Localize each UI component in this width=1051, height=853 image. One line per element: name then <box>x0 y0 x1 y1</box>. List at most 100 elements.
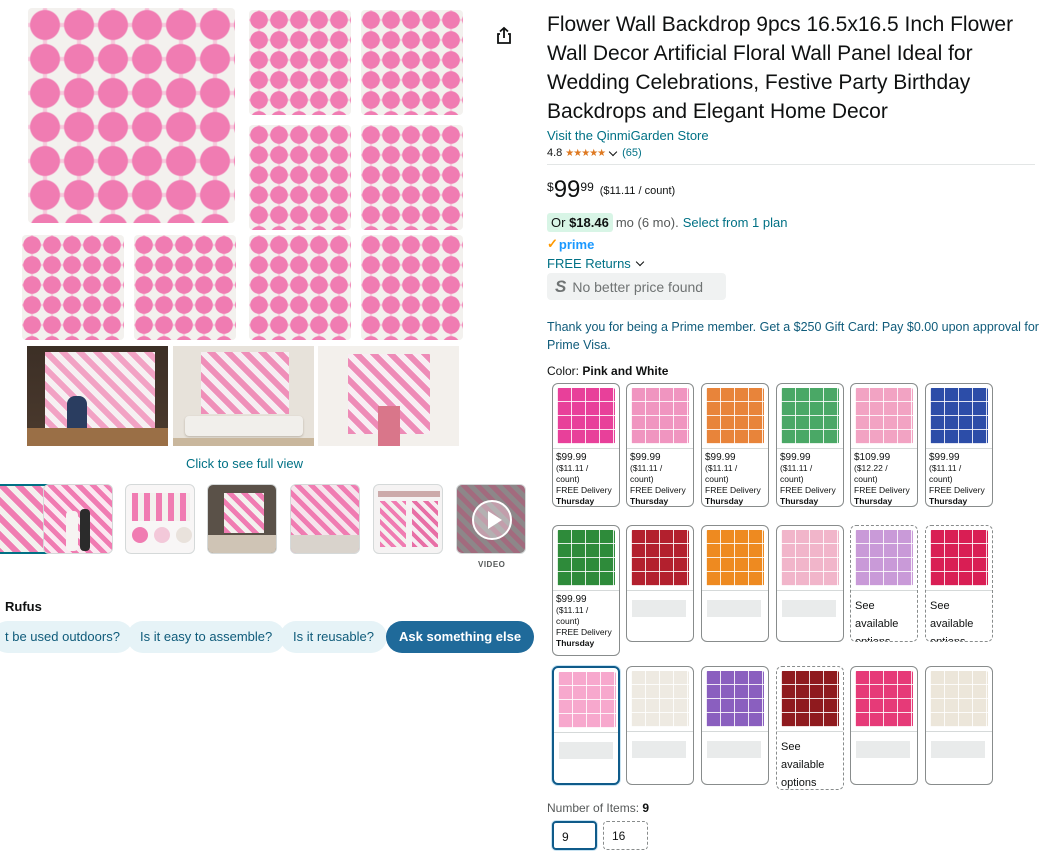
share-icon[interactable] <box>494 26 514 46</box>
thumbnail-6[interactable] <box>373 484 443 554</box>
swatch-price-info: $99.99 ($11.11 /count) FREE Delivery Thursd… <box>926 449 992 506</box>
rufus-question-1[interactable]: t be used outdoors? <box>0 621 133 653</box>
color-swatch-3[interactable]: $99.99 ($11.11 /count) FREE Delivery Thursd… <box>701 383 769 507</box>
color-swatch-7[interactable]: $99.99 ($11.11 /count) FREE Delivery Thursd… <box>552 525 620 656</box>
divider <box>547 164 1035 165</box>
scene-photo-wedding-hall[interactable] <box>318 346 459 446</box>
price-tracker-icon: S <box>555 276 567 296</box>
swatch-see-options-line: available <box>781 759 825 771</box>
swatch-divider <box>851 731 917 732</box>
flower-panel-9 <box>361 235 463 340</box>
flower-panel-7 <box>134 235 236 340</box>
item-count-option-16[interactable]: 16 <box>603 821 648 850</box>
color-swatch-12[interactable]: See available options <box>925 525 993 642</box>
thumbnail-5[interactable] <box>290 484 360 554</box>
rating-summary[interactable]: 4.8 ★★★★★ (65) <box>547 147 642 159</box>
monthly-or-text: Or <box>551 215 566 230</box>
swatch-delivery: FREE Delivery <box>854 485 910 495</box>
color-swatch-2[interactable]: $99.99 ($11.11 /count) FREE Delivery Thursd… <box>626 383 694 507</box>
swatch-delivery: FREE Delivery <box>780 485 836 495</box>
flower-panel-5 <box>361 125 463 230</box>
swatch-unit-price-suffix: count) <box>630 474 654 484</box>
product-title: Flower Wall Backdrop 9pcs 16.5x16.5 Inch… <box>547 13 1014 123</box>
flower-panel-2 <box>249 10 351 115</box>
swatch-image <box>706 530 764 586</box>
swatch-image <box>855 671 913 727</box>
price-fraction: 99 <box>580 180 594 194</box>
review-count-link[interactable]: (65) <box>622 147 642 159</box>
item-count-option-9[interactable]: 9 <box>552 821 597 850</box>
scene-photo-photographer[interactable] <box>27 346 168 446</box>
swatch-price: $109.99 <box>854 452 891 463</box>
swatch-price-info: $99.99 ($11.11 /count) FREE Delivery Thursd… <box>553 449 619 506</box>
thumbnail-video[interactable] <box>456 484 526 554</box>
swatch-price: $99.99 <box>705 452 736 463</box>
monthly-badge: Or $18.46 <box>547 213 613 232</box>
prime-visa-offer-link[interactable]: Thank you for being a Prime member. Get … <box>547 318 1039 354</box>
color-swatch-5[interactable]: $109.99 ($12.22 /count) FREE Delivery Thurs… <box>850 383 918 507</box>
color-swatch-8[interactable] <box>626 525 694 642</box>
swatch-price-info: $99.99 ($11.11 /count) FREE Delivery Thursd… <box>553 591 619 649</box>
swatch-see-options-line: options <box>781 777 817 789</box>
color-swatch-9[interactable] <box>701 525 769 642</box>
click-to-see-full-view-link[interactable]: Click to see full view <box>186 456 303 471</box>
color-swatch-17[interactable] <box>850 666 918 785</box>
color-swatch-1[interactable]: $99.99 ($11.11 /count) FREE Delivery Thursd… <box>552 383 620 507</box>
swatch-divider <box>777 590 843 591</box>
flower-panel-6 <box>22 235 124 340</box>
swatch-price-info: $99.99 ($11.11 /count) FREE Delivery Thursd… <box>627 449 693 506</box>
select-plan-link[interactable]: Select from 1 plan <box>683 215 788 230</box>
price-block: $ 99 99 ($11.11 / count) <box>547 176 675 204</box>
color-swatch-14[interactable] <box>626 666 694 785</box>
color-swatch-16[interactable]: See available options <box>776 666 844 790</box>
color-swatch-15[interactable] <box>701 666 769 785</box>
swatch-image <box>930 530 988 586</box>
swatch-divider <box>627 590 693 591</box>
color-swatch-4[interactable]: $99.99 ($11.11 /count) FREE Delivery Thursd… <box>776 383 844 507</box>
monthly-payment: Or $18.46 mo (6 mo). Select from 1 plan <box>547 213 787 232</box>
rating-value: 4.8 <box>547 147 563 159</box>
monthly-amount: $18.46 <box>569 215 609 230</box>
swatch-price-info: $109.99 ($12.22 /count) FREE Delivery Thurs… <box>851 449 917 506</box>
swatch-image <box>706 388 764 444</box>
swatch-delivery-day: Thursday <box>705 496 744 506</box>
main-product-image[interactable] <box>18 8 472 340</box>
swatch-price-placeholder <box>856 741 910 758</box>
ask-something-else-button[interactable]: Ask something else <box>386 621 535 653</box>
color-swatch-18[interactable] <box>925 666 993 785</box>
swatch-delivery-day: Thursday <box>780 496 819 506</box>
swatch-see-options-line: available <box>930 618 974 630</box>
thumbnail-2[interactable] <box>43 484 113 554</box>
scene-photo-living-room[interactable] <box>173 346 314 446</box>
swatch-unit-price: ($11.11 / <box>705 463 738 473</box>
rufus-question-3[interactable]: Is it reusable? <box>280 621 387 653</box>
color-swatch-10[interactable] <box>776 525 844 642</box>
swatch-see-options-line: options <box>855 636 891 642</box>
free-returns-link[interactable]: FREE Returns <box>547 256 646 271</box>
swatch-price: $99.99 <box>556 594 587 605</box>
color-swatch-13[interactable] <box>552 666 620 785</box>
prime-badge: ✓ prime <box>547 236 594 252</box>
flower-panel-1 <box>28 8 235 223</box>
chevron-down-icon <box>635 257 645 267</box>
thumbnail-4[interactable] <box>207 484 277 554</box>
store-link[interactable]: Visit the QinmiGarden Store <box>547 128 709 143</box>
swatch-image <box>781 388 839 444</box>
swatch-divider <box>554 732 618 733</box>
prime-check-icon: ✓ <box>547 236 558 251</box>
swatch-image <box>930 388 988 444</box>
play-icon <box>472 500 512 540</box>
swatch-image <box>557 530 615 586</box>
swatch-unit-price-suffix: count) <box>854 474 878 484</box>
rufus-label: Rufus <box>5 599 42 614</box>
swatch-unit-price: ($11.11 / <box>630 463 663 473</box>
flower-panel-8 <box>249 235 351 340</box>
rufus-question-2[interactable]: Is it easy to assemble? <box>127 621 286 653</box>
swatch-see-options-line: See <box>781 741 801 753</box>
color-swatch-6[interactable]: $99.99 ($11.11 /count) FREE Delivery Thursd… <box>925 383 993 507</box>
swatch-see-options-line: See <box>855 600 875 612</box>
color-swatch-11[interactable]: See available options <box>850 525 918 642</box>
selected-color: Pink and White <box>582 364 669 378</box>
thumbnail-3[interactable] <box>125 484 195 554</box>
number-of-items-label: Number of Items: 9 <box>547 801 649 815</box>
